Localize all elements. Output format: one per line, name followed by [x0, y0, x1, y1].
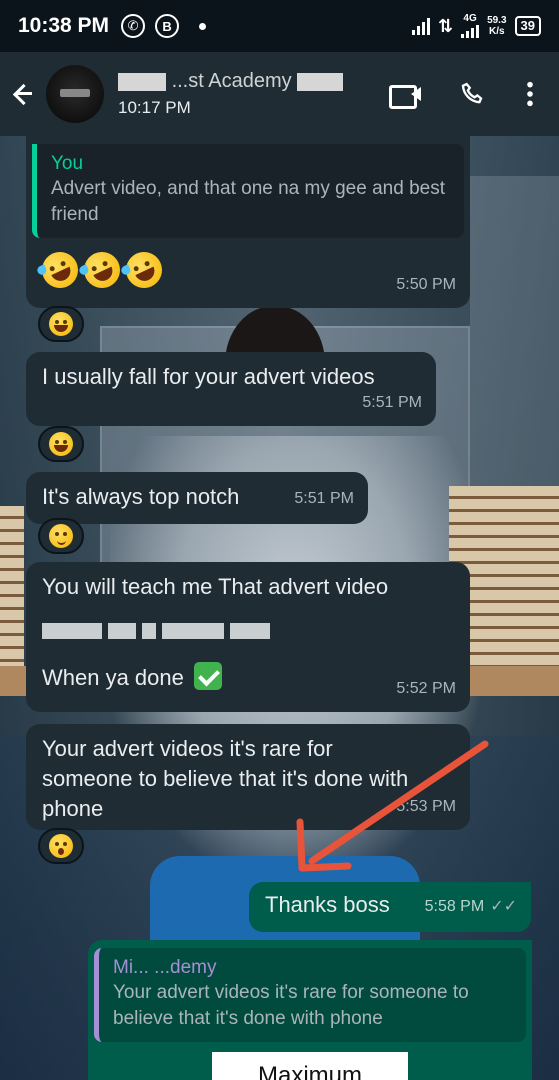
joy-icon — [49, 432, 73, 456]
message-time: 5:58 PM ✓✓ — [425, 892, 517, 922]
status-bar: 10:38 PM ✆ B ⇅ 4G 59.3 K/s 39 — [0, 0, 559, 52]
b-notification-icon: B — [155, 14, 180, 38]
message-time: 5:51 PM — [294, 490, 354, 507]
quote-text: Advert video, and that one na my gee and… — [51, 178, 445, 225]
avatar[interactable] — [46, 65, 104, 123]
signal-icon-2 — [461, 24, 480, 38]
network-label: 4G — [463, 13, 477, 24]
contact-name-text: ...st Academy — [171, 70, 292, 92]
message-time: 5:50 PM — [396, 276, 456, 293]
net-speed-unit: K/s — [489, 26, 505, 37]
header-actions — [389, 80, 549, 109]
check-mark-icon — [194, 662, 222, 690]
annotation-arrow — [296, 740, 489, 872]
rolling-laughing-icon — [77, 246, 126, 294]
reaction-joy[interactable] — [38, 426, 84, 462]
redaction — [118, 72, 166, 91]
double-check-icon: ✓✓ — [490, 898, 517, 915]
reaction-astonished[interactable] — [38, 828, 84, 864]
message-text: I usually fall for your advert videos — [42, 364, 375, 389]
message-text: It's always top notch — [42, 484, 240, 509]
phone-icon[interactable] — [459, 80, 487, 108]
media-preview[interactable]: Maximum — [212, 1052, 408, 1080]
rolling-laughing-icon — [119, 246, 168, 294]
message-bubble-outgoing[interactable]: Thanks boss 5:58 PM ✓✓ — [249, 882, 531, 932]
contact-info[interactable]: ...st Academy 10:17 PM — [118, 70, 344, 118]
woozy-icon — [49, 524, 73, 548]
signal-icon — [411, 17, 430, 35]
redacted-text — [42, 616, 270, 646]
redaction — [297, 72, 344, 91]
message-bubble[interactable]: I usually fall for your advert videos 5:… — [26, 352, 436, 426]
message-text: Thanks boss — [265, 892, 390, 917]
chat-header: ...st Academy 10:17 PM — [0, 52, 559, 136]
joy-icon — [49, 312, 73, 336]
reaction-joy[interactable] — [38, 306, 84, 342]
video-call-icon[interactable] — [389, 83, 421, 109]
message-time: 5:51 PM — [362, 394, 422, 411]
reaction-woozy[interactable] — [38, 518, 84, 554]
rolling-laughing-icon — [35, 246, 84, 294]
message-text: You will teach me That advert video — [42, 574, 389, 599]
last-seen: 10:17 PM — [118, 98, 191, 117]
data-arrows-icon: ⇅ — [437, 15, 454, 36]
message-time-value: 5:58 PM — [424, 898, 485, 915]
message-text-line: When ya done — [42, 662, 222, 693]
contact-name: ...st Academy — [118, 70, 344, 94]
more-vert-icon[interactable] — [525, 80, 535, 108]
network-type: 4G — [461, 13, 480, 38]
astonished-icon — [49, 834, 73, 858]
emoji-row — [35, 246, 168, 294]
clock: 10:38 PM — [18, 14, 110, 37]
message-bubble[interactable]: You Advert video, and that one na my gee… — [26, 136, 470, 308]
message-time: 5:52 PM — [396, 680, 456, 697]
chat-area[interactable]: You Advert video, and that one na my gee… — [0, 136, 559, 1080]
quoted-message[interactable]: Mi... ...demy Your advert videos it's ra… — [94, 948, 526, 1042]
message-bubble[interactable]: It's always top notch 5:51 PM — [26, 472, 368, 524]
quoted-message[interactable]: You Advert video, and that one na my gee… — [32, 144, 464, 238]
wallpaper-books — [0, 506, 24, 676]
quote-text: Your advert videos it's rare for someone… — [113, 982, 469, 1029]
whatsapp-icon: ✆ — [121, 14, 146, 38]
arrow-back-icon[interactable] — [10, 81, 36, 107]
message-bubble[interactable]: You will teach me That advert video When… — [26, 562, 470, 712]
message-text-after: When ya done — [42, 665, 184, 690]
quote-author: Mi... ...demy — [113, 957, 217, 978]
notification-dot-icon — [199, 22, 207, 30]
net-speed-value: 59.3 — [487, 15, 507, 26]
battery-icon: 39 — [514, 16, 541, 36]
net-speed: 59.3 K/s — [487, 15, 506, 37]
quote-author: You — [51, 153, 84, 174]
status-icons: ⇅ 4G 59.3 K/s 39 — [411, 13, 541, 38]
